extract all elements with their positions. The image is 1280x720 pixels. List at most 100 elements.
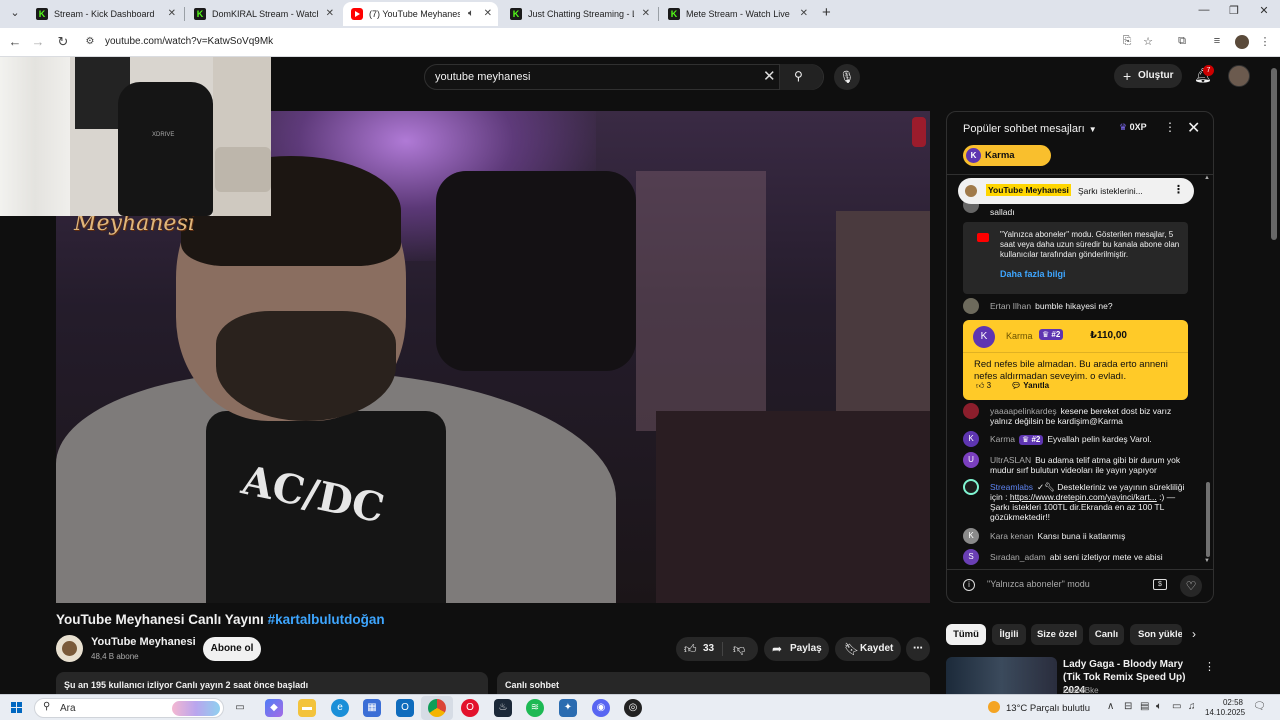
chat-mode-dropdown[interactable]: Popüler sohbet mesajları ▼ <box>963 123 1097 135</box>
chip-all[interactable]: Tümü <box>946 624 986 645</box>
scroll-down-arrow-icon[interactable]: ▼ <box>1204 558 1210 564</box>
notification-count-badge: 7 <box>1203 65 1214 76</box>
info-icon[interactable]: i <box>963 579 975 591</box>
extensions-icon[interactable]: ⧉ <box>1175 35 1189 48</box>
spotify-icon[interactable]: ≋ <box>526 699 544 717</box>
chip-live[interactable]: Canlı <box>1089 624 1124 645</box>
copilot-icon[interactable]: ◆ <box>265 699 283 717</box>
tray-app-icon[interactable]: ⊟ <box>1124 701 1132 712</box>
tab-search-icon[interactable]: ⌄ <box>6 4 24 22</box>
superchat-reply[interactable]: 💬︎ Yanıtla <box>1011 381 1049 390</box>
notification-center-icon[interactable]: 🗨︎ <box>1253 701 1266 712</box>
save-button[interactable]: 🔖︎ Kaydet <box>835 637 901 661</box>
forward-arrow-icon[interactable]: → <box>30 34 46 49</box>
task-view-icon[interactable]: ▭ <box>231 699 249 717</box>
taskbar-search[interactable]: ⚲ Ara <box>34 698 224 718</box>
chevron-right-icon[interactable]: › <box>1192 627 1196 641</box>
more-actions-button[interactable]: ⋯ <box>906 637 930 661</box>
super-chat-money-icon[interactable]: $ <box>1153 579 1167 590</box>
youtube-icon <box>351 8 363 20</box>
minimize-icon[interactable]: — <box>1194 4 1214 16</box>
store-icon[interactable]: ▦ <box>363 699 381 717</box>
tab-domkiral[interactable]: K DomKIRAL Stream - Watch Live ✕ <box>186 2 340 26</box>
superchat-author[interactable]: Karma <box>1006 331 1033 341</box>
tab-kick-dashboard[interactable]: K Stream - Kick Dashboard ✕ <box>28 2 182 26</box>
thumbs-up-icon[interactable]: 👍︎ <box>684 637 697 661</box>
battery-icon[interactable]: ▭ <box>1172 701 1181 712</box>
chip-for-you[interactable]: Size özel <box>1031 624 1083 645</box>
top-contributor-chip[interactable]: K Karma <box>963 145 1051 166</box>
chat-close-icon[interactable]: ✕ <box>1187 118 1200 138</box>
close-icon[interactable]: ✕ <box>642 2 650 26</box>
media-control-icon[interactable]: ≡ <box>1210 35 1224 47</box>
back-arrow-icon[interactable]: ← <box>7 34 23 49</box>
edge-icon[interactable]: e <box>331 699 349 717</box>
steam-icon[interactable]: ♨ <box>494 699 512 717</box>
search-button[interactable]: ⚲ <box>779 64 823 90</box>
restore-icon[interactable]: ❐ <box>1224 4 1244 17</box>
speaker-icon[interactable]: 🔈︎ <box>468 2 474 26</box>
app-icon[interactable]: ✦ <box>559 699 577 717</box>
description-box[interactable]: Şu an 195 kullanıcı izliyor Canlı yayın … <box>56 672 488 696</box>
close-icon[interactable]: ✕ <box>484 2 492 26</box>
chip-recently-uploaded[interactable]: Son yüklenen <box>1130 624 1182 645</box>
opera-icon[interactable]: O <box>461 699 479 717</box>
like-count[interactable]: 33 <box>703 637 714 661</box>
site-info-icon[interactable]: ⚙︎ <box>82 36 98 47</box>
close-icon[interactable]: ✕ <box>168 2 176 26</box>
close-icon[interactable]: ✕ <box>800 2 808 26</box>
recommended-video-thumbnail[interactable] <box>946 657 1057 695</box>
search-input[interactable]: youtube meyhanesi <box>435 71 530 83</box>
reload-icon[interactable]: ↻ <box>55 34 71 50</box>
browser-profile-avatar[interactable] <box>1235 35 1249 49</box>
window-close-icon[interactable]: ✕ <box>1254 4 1274 17</box>
tab-just-chatting[interactable]: K Just Chatting Streaming - Live S ✕ <box>502 2 656 26</box>
bookmark-star-icon[interactable]: ☆ <box>1141 35 1155 48</box>
subscribe-button[interactable]: Abone ol <box>203 637 261 661</box>
recommended-options-icon[interactable]: ⋮ <box>1204 660 1215 673</box>
chrome-icon[interactable] <box>428 699 446 717</box>
install-app-icon[interactable]: ⎘ <box>1120 35 1134 48</box>
weather-widget[interactable]: 13°C Parçalı bulutlu <box>988 701 1090 714</box>
chat-scrollbar[interactable] <box>1206 482 1210 557</box>
heart-reaction-icon[interactable]: ♡ <box>1180 575 1202 597</box>
learn-more-link[interactable]: Daha fazla bilgi <box>1000 269 1066 279</box>
clear-icon[interactable]: ✕ <box>763 67 776 85</box>
share-button[interactable]: ➦ Paylaş <box>764 637 829 661</box>
donation-link[interactable]: https://www.dretepin.com/yayinci/kart... <box>1010 492 1157 502</box>
thumbs-down-icon[interactable]: 👎︎ <box>733 637 745 661</box>
scroll-up-arrow-icon[interactable]: ▲ <box>1204 175 1210 181</box>
channel-name[interactable]: YouTube Meyhanesi <box>91 636 196 648</box>
outlook-icon[interactable]: O <box>396 699 414 717</box>
url-field[interactable]: youtube.com/watch?v=KatwSoVq9Mk <box>105 36 273 47</box>
clock[interactable]: 02:58 14.10.2025 <box>1205 698 1245 718</box>
chat-input-area[interactable]: i "Yalnızca aboneler" modu <box>963 579 1090 591</box>
new-tab-plus-icon[interactable]: + <box>822 4 831 21</box>
superchat-like[interactable]: 👍︎ 3 <box>976 381 991 391</box>
discord-icon[interactable]: ◉ <box>592 699 610 717</box>
chip-related[interactable]: İlgili <box>992 624 1026 645</box>
volume-icon[interactable]: 🔈︎ <box>1156 701 1162 712</box>
create-button[interactable]: + Oluştur <box>1114 64 1182 88</box>
close-icon[interactable]: ✕ <box>326 2 334 26</box>
xp-indicator[interactable]: ♛ 0XP <box>1119 122 1147 133</box>
windows-start-icon[interactable] <box>11 702 22 713</box>
search-box[interactable]: youtube meyhanesi ✕ ⚲ <box>424 64 824 90</box>
tab-mete-stream[interactable]: K Mete Stream - Watch Live on K ✕ <box>660 2 814 26</box>
browser-menu-icon[interactable]: ⋮ <box>1258 35 1272 48</box>
pinned-message[interactable]: YouTube Meyhanesi Şarkı isteklerini... ⋮ <box>958 178 1194 204</box>
page-scrollbar[interactable] <box>1271 68 1277 240</box>
network-icon[interactable]: ▤ <box>1140 701 1149 712</box>
file-explorer-icon[interactable]: ▬ <box>298 699 316 717</box>
chat-options-icon[interactable]: ⋮ <box>1164 120 1176 134</box>
microphone-icon[interactable]: 🎙︎ <box>834 64 860 90</box>
tray-misc-icon[interactable]: ♫ <box>1188 701 1196 712</box>
pinned-options-icon[interactable]: ⋮ <box>1173 183 1184 196</box>
channel-avatar[interactable] <box>56 635 83 662</box>
live-chat-replay-box[interactable]: Canlı sohbet <box>497 672 930 696</box>
tab-youtube-meyhanesi[interactable]: (7) YouTube Meyhanesi Ca 🔈︎ ✕ <box>343 2 498 26</box>
user-avatar[interactable] <box>1228 65 1250 87</box>
tray-chevron-icon[interactable]: ∧ <box>1107 701 1114 712</box>
obs-icon[interactable]: ◎ <box>624 699 642 717</box>
hashtag-link[interactable]: #kartalbulutdoğan <box>268 612 385 627</box>
